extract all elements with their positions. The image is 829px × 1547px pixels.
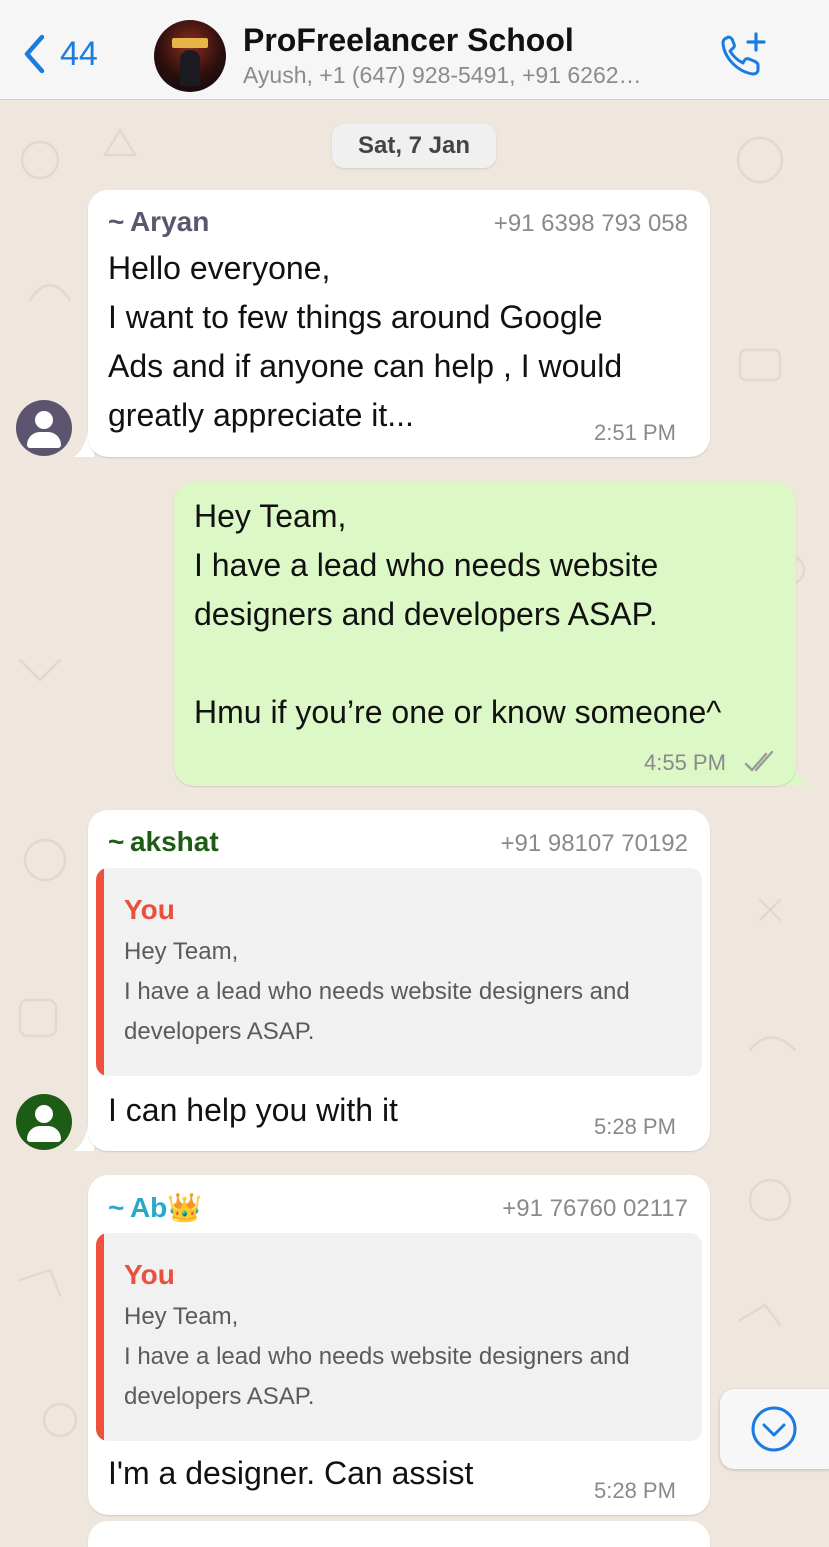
scroll-to-bottom-button[interactable] — [720, 1389, 829, 1469]
sender-phone: +91 76760 02117 — [502, 1195, 688, 1222]
avatar[interactable] — [16, 400, 72, 456]
incoming-message[interactable]: ~ Ab👑 +91 76760 02117 You Hey Team, I ha… — [88, 1175, 710, 1515]
sender-name[interactable]: ~ akshat — [108, 826, 219, 858]
sender-phone: +91 98107 70192 — [500, 830, 688, 857]
message-text: I can help you with it — [108, 1092, 398, 1128]
quoted-message[interactable]: You Hey Team, I have a lead who needs we… — [96, 1233, 702, 1441]
quoted-sender: You — [124, 1259, 175, 1290]
quoted-sender: You — [124, 894, 175, 925]
message-text: Hello everyone, I want to few things aro… — [108, 250, 623, 433]
message-text: I'm a designer. Can assist — [108, 1455, 474, 1491]
message-list[interactable]: Sat, 7 Jan ~ Aryan +91 6398 793 058 Hell… — [0, 100, 829, 1547]
sender-name[interactable]: ~ Aryan — [108, 206, 209, 238]
message-time: 4:55 PM — [644, 750, 726, 775]
sender-name[interactable]: ~ Ab👑 — [108, 1191, 202, 1224]
incoming-message-partial[interactable] — [88, 1521, 710, 1547]
group-avatar[interactable] — [154, 20, 226, 92]
back-button[interactable]: 44 — [22, 34, 98, 74]
unread-count: 44 — [60, 35, 98, 73]
quoted-message[interactable]: You Hey Team, I have a lead who needs we… — [96, 868, 702, 1076]
message-time: 5:28 PM — [594, 1478, 676, 1503]
quoted-text: Hey Team, I have a lead who needs websit… — [124, 938, 630, 1045]
scroll-down-icon — [751, 1406, 797, 1452]
message-time: 2:51 PM — [594, 420, 676, 445]
message-text: Hey Team, I have a lead who needs websit… — [194, 498, 722, 730]
avatar[interactable] — [16, 1094, 72, 1150]
quoted-text: Hey Team, I have a lead who needs websit… — [124, 1303, 630, 1410]
outgoing-message[interactable]: Hey Team, I have a lead who needs websit… — [174, 482, 796, 786]
back-chevron-icon — [24, 34, 45, 74]
group-title[interactable]: ProFreelancer School — [243, 22, 574, 59]
add-call-icon[interactable] — [718, 30, 770, 80]
group-members[interactable]: Ayush, +1 (647) 928-5491, +91 6262… — [243, 62, 688, 89]
incoming-message[interactable]: ~ Aryan +91 6398 793 058 Hello everyone,… — [88, 190, 710, 457]
message-time: 5:28 PM — [594, 1114, 676, 1139]
sender-phone: +91 6398 793 058 — [493, 210, 688, 237]
double-check-icon — [744, 750, 774, 772]
chat-header: 44 ProFreelancer School Ayush, +1 (647) … — [0, 0, 829, 100]
incoming-message[interactable]: ~ akshat +91 98107 70192 You Hey Team, I… — [88, 810, 710, 1151]
date-separator: Sat, 7 Jan — [332, 124, 496, 168]
